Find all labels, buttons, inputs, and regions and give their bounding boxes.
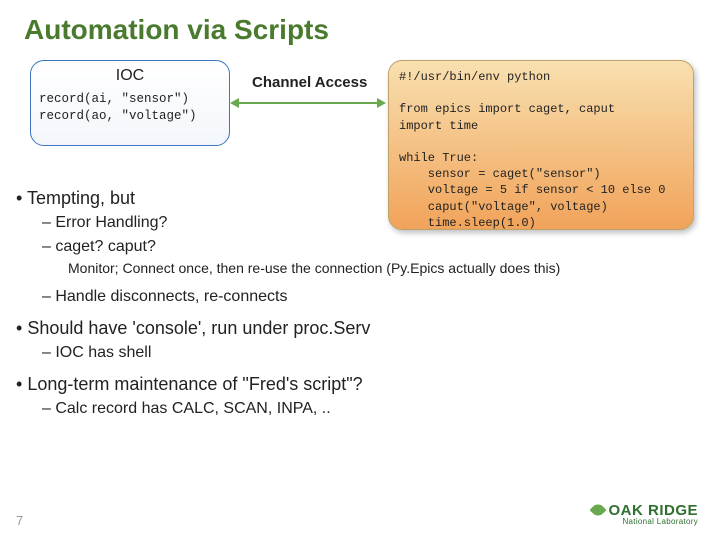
page-number: 7 <box>16 513 23 528</box>
bullet-text: Should have 'console', run under proc.Se… <box>27 318 370 338</box>
bullet-text: Monitor; Connect once, then re-use the c… <box>68 260 560 276</box>
bullet-disconnects: Handle disconnects, re-connects <box>42 286 696 308</box>
bullet-maintenance: Long-term maintenance of "Fred's script"… <box>16 372 696 396</box>
bullet-tempting: Tempting, but <box>16 186 696 210</box>
ioc-record-1: record(ai, "sensor") <box>39 91 189 108</box>
bullet-calc-record: Calc record has CALC, SCAN, INPA, .. <box>42 398 696 420</box>
bullet-text: Handle disconnects, re-connects <box>55 288 287 305</box>
ioc-box: IOC record(ai, "sensor") record(ao, "vol… <box>30 60 230 146</box>
ioc-record-2: record(ao, "voltage") <box>39 108 197 125</box>
bullet-text: Long-term maintenance of "Fred's script"… <box>27 374 362 394</box>
bullet-text: Error Handling? <box>55 214 167 231</box>
ioc-header: IOC <box>116 67 144 85</box>
bullet-error-handling: Error Handling? <box>42 212 696 234</box>
double-arrow-icon <box>238 102 378 104</box>
bullet-monitor-note: Monitor; Connect once, then re-use the c… <box>68 259 696 278</box>
leaf-icon <box>590 502 607 519</box>
logo-main-text: OAK RIDGE <box>592 503 698 518</box>
bullet-caget-caput: caget? caput? <box>42 236 696 258</box>
bullet-text: IOC has shell <box>55 344 151 361</box>
logo-sub-text: National Laboratory <box>592 518 698 526</box>
bullet-text: caget? caput? <box>55 238 156 255</box>
bullet-list: Tempting, but Error Handling? caget? cap… <box>16 186 696 422</box>
bullet-text: Tempting, but <box>27 188 135 208</box>
channel-access-label: Channel Access <box>252 74 367 91</box>
slide-title: Automation via Scripts <box>24 14 329 46</box>
bullet-console: Should have 'console', run under proc.Se… <box>16 316 696 340</box>
bullet-ioc-shell: IOC has shell <box>42 342 696 364</box>
oak-ridge-logo: OAK RIDGE National Laboratory <box>592 503 698 526</box>
bullet-text: Calc record has CALC, SCAN, INPA, .. <box>55 400 330 417</box>
